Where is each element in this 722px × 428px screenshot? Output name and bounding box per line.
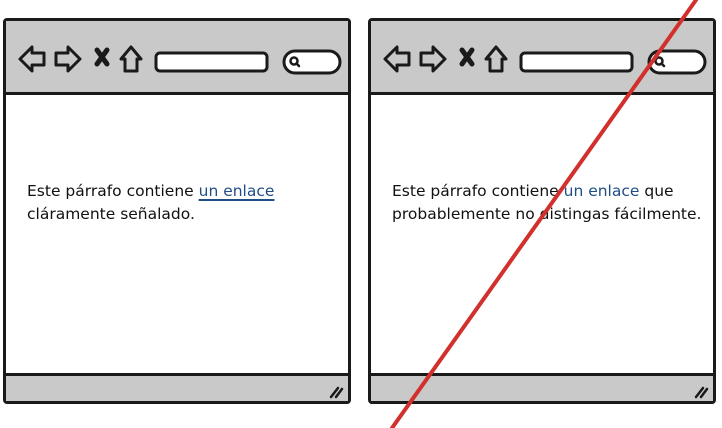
- search-box[interactable]: [647, 49, 707, 75]
- close-x-icon[interactable]: [94, 47, 110, 67]
- address-bar[interactable]: [519, 51, 634, 73]
- home-icon[interactable]: [119, 45, 143, 73]
- resize-grip-icon[interactable]: [693, 385, 709, 399]
- browser-toolbar: [6, 21, 348, 95]
- status-bar: [371, 373, 713, 401]
- home-icon[interactable]: [484, 45, 508, 73]
- status-bar: [6, 373, 348, 401]
- page-content: Este párrafo contiene un enlace cláramen…: [6, 95, 348, 373]
- paragraph: Este párrafo contiene un enlace cláramen…: [27, 180, 347, 226]
- back-arrow-icon[interactable]: [383, 45, 411, 73]
- comparison-stage: Este párrafo contiene un enlace cláramen…: [0, 0, 722, 428]
- browser-window-good-example: Este párrafo contiene un enlace cláramen…: [3, 18, 351, 404]
- paragraph-text-before: Este párrafo contiene: [392, 182, 564, 200]
- paragraph-text-before: Este párrafo contiene: [27, 182, 199, 200]
- resize-grip-icon[interactable]: [328, 385, 344, 399]
- back-arrow-icon[interactable]: [18, 45, 46, 73]
- page-content: Este párrafo contiene un enlace que prob…: [371, 95, 713, 373]
- close-x-icon[interactable]: [459, 47, 475, 67]
- paragraph: Este párrafo contiene un enlace que prob…: [392, 180, 712, 226]
- forward-arrow-icon[interactable]: [419, 45, 447, 73]
- link-text[interactable]: un enlace: [199, 182, 275, 200]
- browser-window-bad-example: Este párrafo contiene un enlace que prob…: [368, 18, 716, 404]
- link-text[interactable]: un enlace: [564, 182, 640, 200]
- browser-toolbar: [371, 21, 713, 95]
- search-box[interactable]: [282, 49, 342, 75]
- paragraph-text-after: cláramente señalado.: [27, 205, 195, 223]
- forward-arrow-icon[interactable]: [54, 45, 82, 73]
- address-bar[interactable]: [154, 51, 269, 73]
